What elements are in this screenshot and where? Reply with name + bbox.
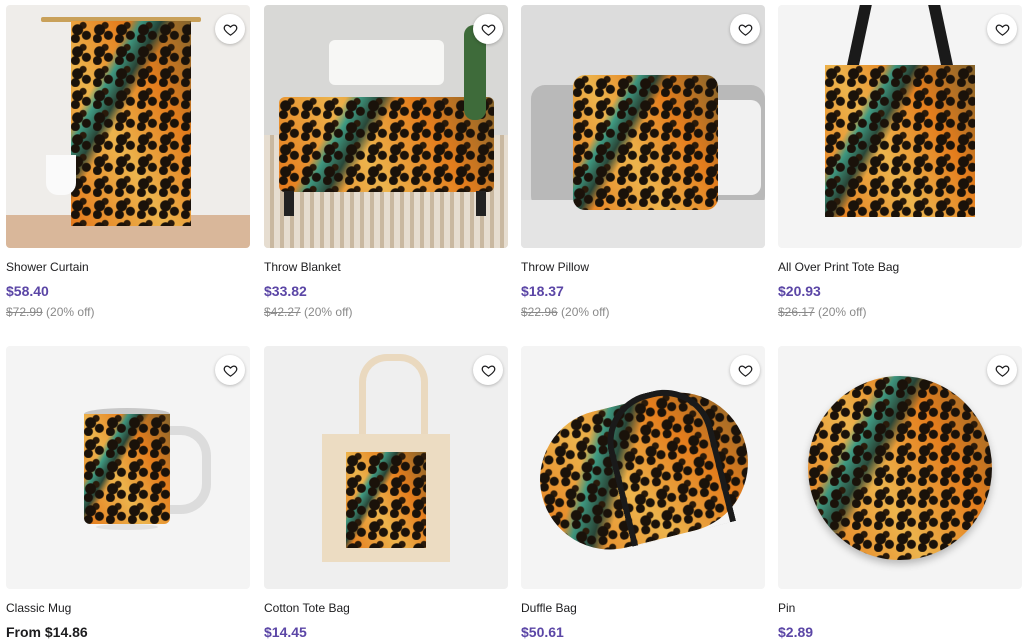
product-title[interactable]: Throw Pillow [521, 260, 765, 275]
heart-icon [738, 364, 752, 377]
product-title[interactable]: All Over Print Tote Bag [778, 260, 1022, 275]
favorite-button[interactable] [730, 355, 760, 385]
product-card-shower-curtain[interactable]: Shower Curtain $58.40 $72.99 (20% off) [6, 5, 250, 320]
product-title[interactable]: Shower Curtain [6, 260, 250, 275]
heart-icon [738, 23, 752, 36]
original-price-row: $26.17 (20% off) [778, 305, 1022, 320]
heart-icon [223, 23, 237, 36]
original-price: $26.17 [778, 305, 815, 319]
throw-blanket-image[interactable] [264, 5, 508, 248]
product-price: $50.61 [521, 624, 564, 640]
product-price: From $14.86 [6, 624, 88, 640]
discount-label: (20% off) [818, 305, 867, 319]
discount-label: (20% off) [304, 305, 353, 319]
favorite-button[interactable] [473, 355, 503, 385]
favorite-button[interactable] [730, 14, 760, 44]
discount-label: (20% off) [561, 305, 610, 319]
original-price-row: $42.27 (20% off) [264, 305, 508, 320]
product-card-all-over-print-tote-bag[interactable]: All Over Print Tote Bag $20.93 $26.17 (2… [778, 5, 1022, 320]
original-price: $42.27 [264, 305, 301, 319]
product-card-classic-mug[interactable]: Classic Mug From $14.86 [6, 346, 250, 641]
product-grid: Shower Curtain $58.40 $72.99 (20% off) T… [0, 0, 1024, 641]
product-card-pin[interactable]: Pin $2.89 [778, 346, 1022, 641]
original-price-row: $72.99 (20% off) [6, 305, 250, 320]
classic-mug-image[interactable] [6, 346, 250, 589]
product-card-throw-blanket[interactable]: Throw Blanket $33.82 $42.27 (20% off) [264, 5, 508, 320]
pin-image[interactable] [778, 346, 1022, 589]
product-price: $14.45 [264, 624, 307, 640]
cotton-tote-bag-image[interactable] [264, 346, 508, 589]
discount-label: (20% off) [46, 305, 95, 319]
product-title[interactable]: Pin [778, 601, 1022, 616]
product-card-throw-pillow[interactable]: Throw Pillow $18.37 $22.96 (20% off) [521, 5, 765, 320]
throw-pillow-image[interactable] [521, 5, 765, 248]
heart-icon [223, 364, 237, 377]
original-price: $72.99 [6, 305, 43, 319]
product-card-duffle-bag[interactable]: Duffle Bag $50.61 [521, 346, 765, 641]
original-price: $22.96 [521, 305, 558, 319]
product-card-cotton-tote-bag[interactable]: Cotton Tote Bag $14.45 [264, 346, 508, 641]
product-title[interactable]: Cotton Tote Bag [264, 601, 508, 616]
product-title[interactable]: Classic Mug [6, 601, 250, 616]
heart-icon [481, 364, 495, 377]
shower-curtain-image[interactable] [6, 5, 250, 248]
favorite-button[interactable] [987, 14, 1017, 44]
heart-icon [481, 23, 495, 36]
product-price: $58.40 [6, 283, 49, 299]
all-over-print-tote-bag-image[interactable] [778, 5, 1022, 248]
product-price: $33.82 [264, 283, 307, 299]
original-price-row: $22.96 (20% off) [521, 305, 765, 320]
product-title[interactable]: Throw Blanket [264, 260, 508, 275]
heart-icon [995, 23, 1009, 36]
favorite-button[interactable] [215, 14, 245, 44]
product-title[interactable]: Duffle Bag [521, 601, 765, 616]
favorite-button[interactable] [987, 355, 1017, 385]
product-price: $18.37 [521, 283, 564, 299]
product-price: $2.89 [778, 624, 814, 640]
heart-icon [995, 364, 1009, 377]
duffle-bag-image[interactable] [521, 346, 765, 589]
favorite-button[interactable] [473, 14, 503, 44]
product-price: $20.93 [778, 283, 821, 299]
favorite-button[interactable] [215, 355, 245, 385]
